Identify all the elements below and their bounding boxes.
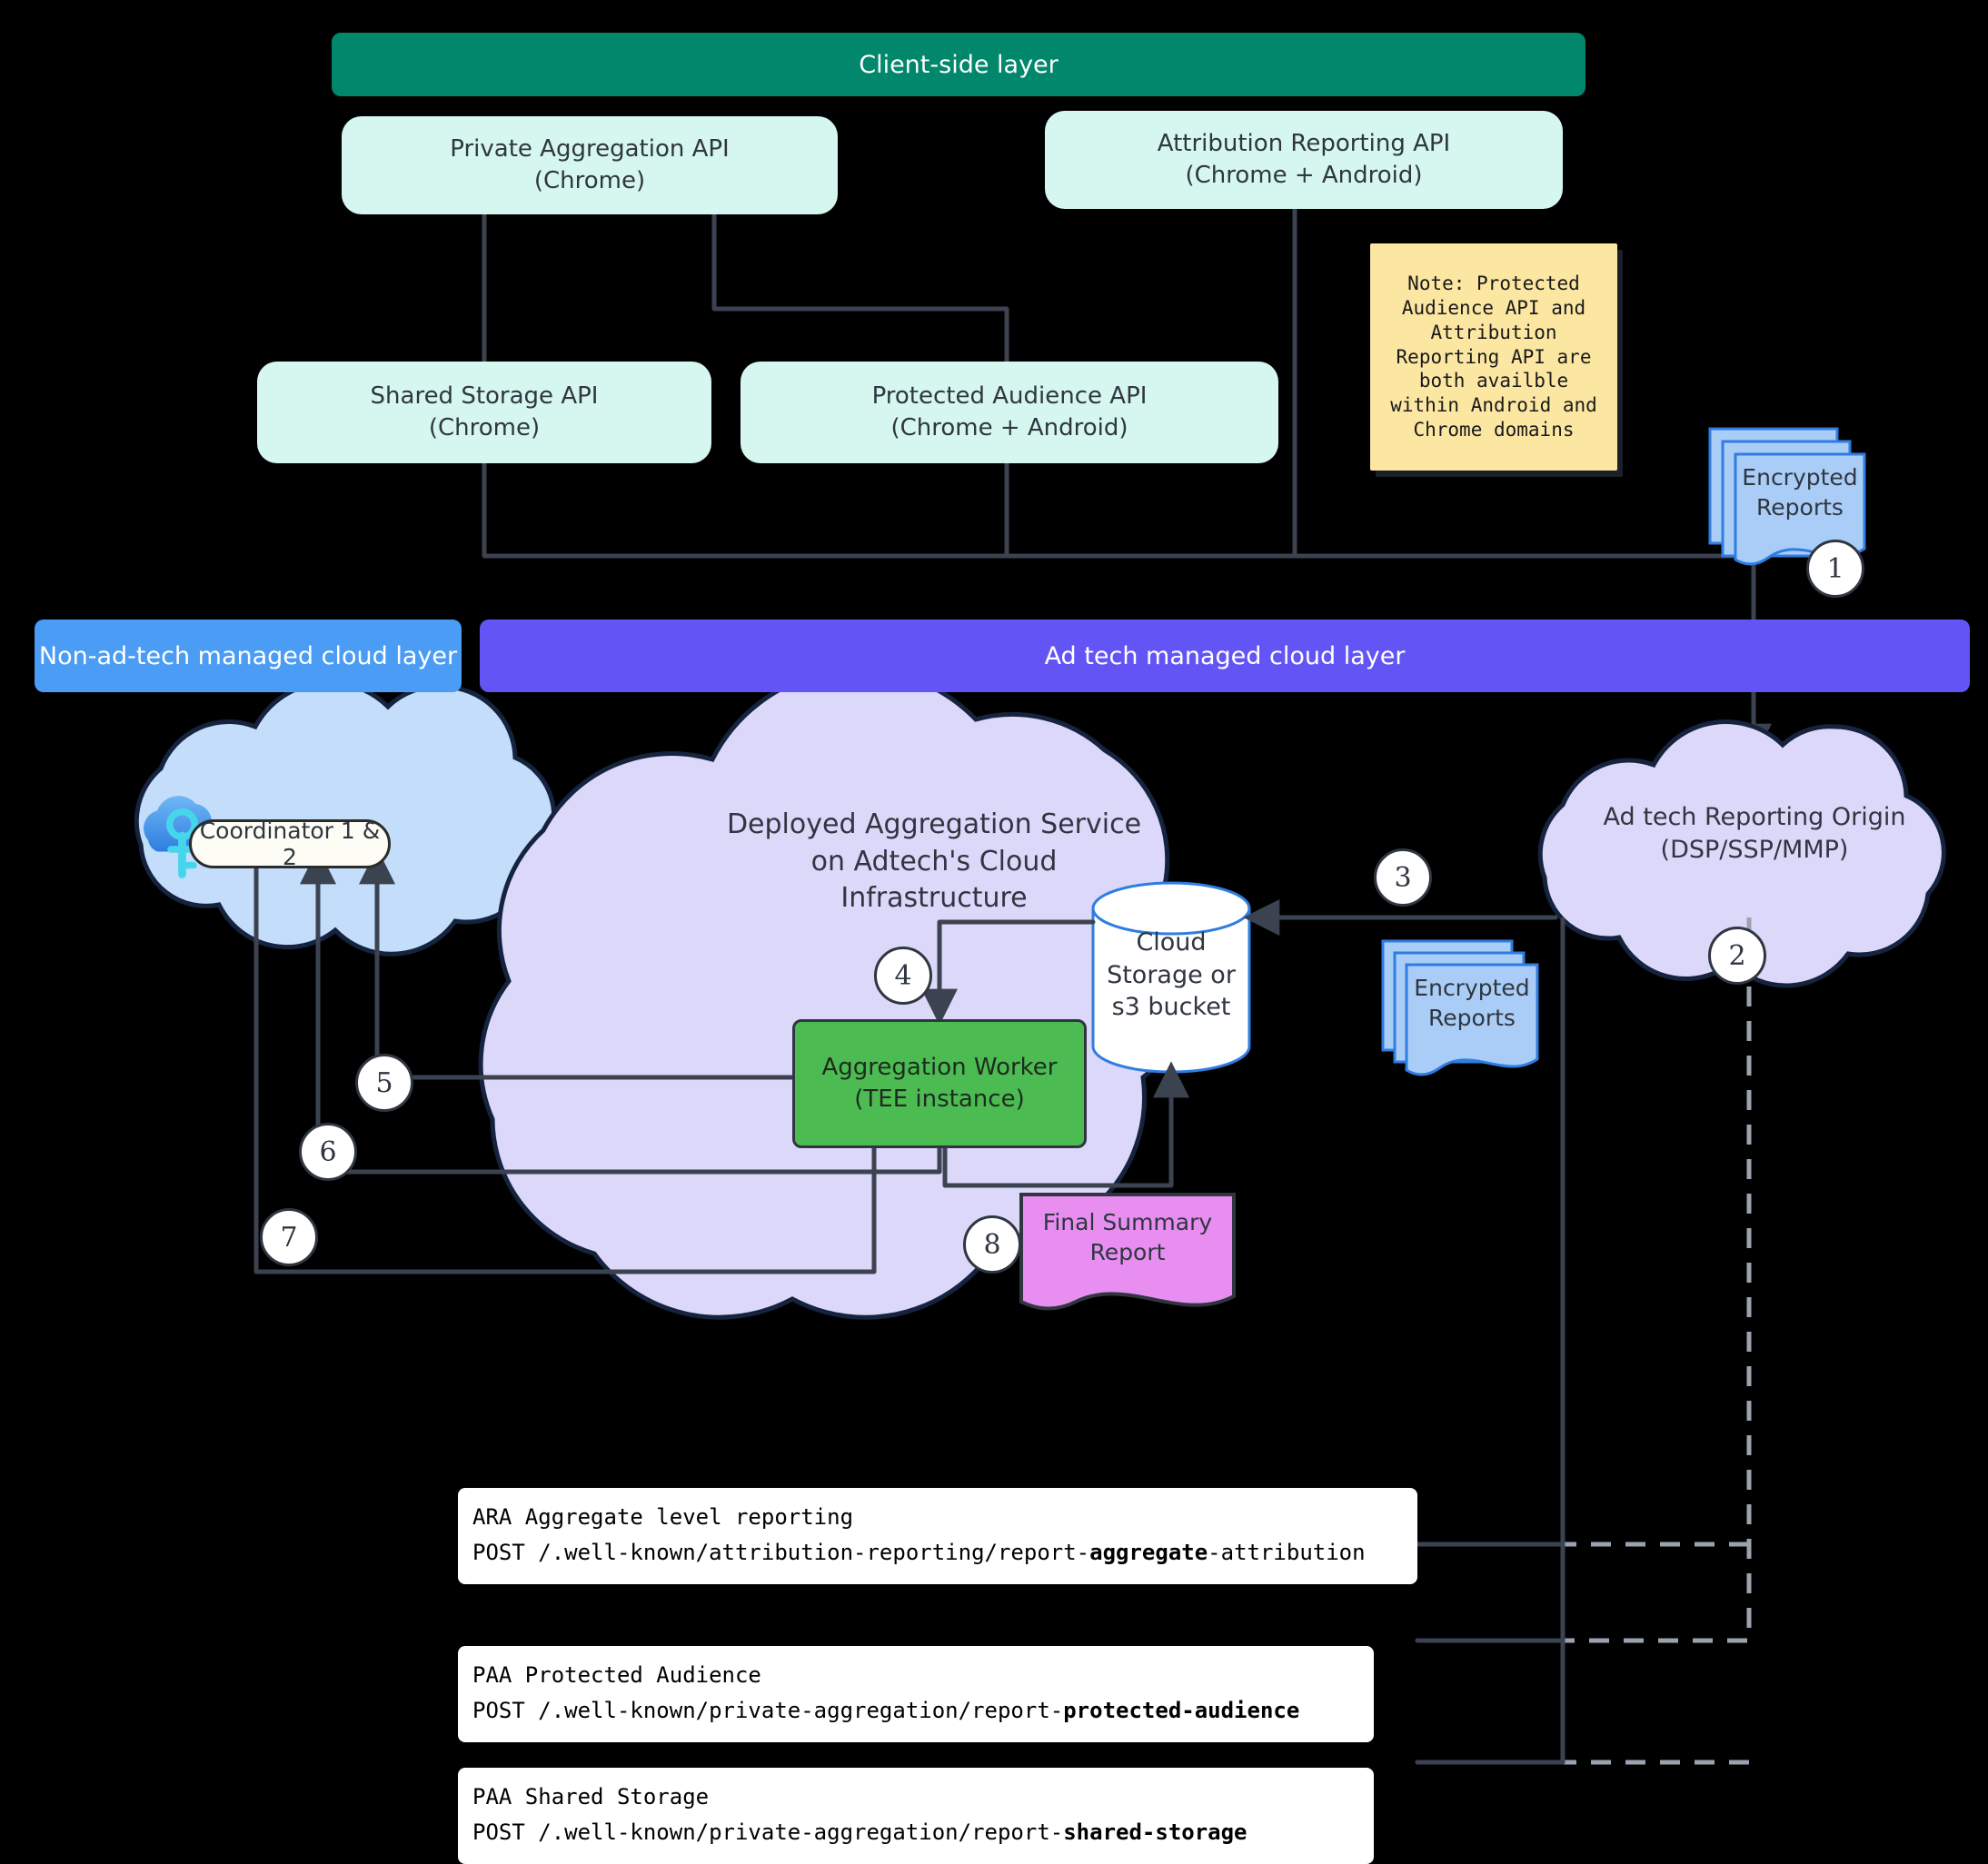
api-name: Shared Storage API — [370, 382, 599, 410]
aggregation-worker-box[interactable]: Aggregation Worker (TEE instance) — [792, 1019, 1087, 1148]
endpoint-box-paa-protected-audience: PAA Protected Audience POST /.well-known… — [458, 1646, 1374, 1742]
title-line2: on Adtech's Cloud — [810, 845, 1058, 877]
encrypted-reports-line1: Encrypted — [1414, 975, 1530, 1001]
endpoint-path-post: -attribution — [1208, 1539, 1366, 1565]
step-number: 7 — [280, 1221, 298, 1254]
endpoint-request: POST /.well-known/private-aggregation/re… — [472, 1693, 1359, 1729]
endpoint-method: POST — [472, 1819, 525, 1845]
step-number: 4 — [894, 959, 912, 992]
ad-tech-layer-label: Ad tech managed cloud layer — [1044, 641, 1406, 670]
title-line1: Deployed Aggregation Service — [726, 808, 1142, 840]
step-badge-8: 8 — [963, 1215, 1021, 1274]
worker-line2: (TEE instance) — [854, 1086, 1025, 1113]
diagram-canvas: Client-side layer Non-ad-tech managed cl… — [0, 0, 1988, 1864]
final-summary-report-label: Final Summary Report — [1027, 1208, 1228, 1267]
api-platform: (Chrome + Android) — [890, 414, 1128, 441]
endpoint-method: POST — [472, 1697, 525, 1723]
storage-line1: Cloud — [1136, 928, 1207, 957]
endpoint-request: POST /.well-known/attribution-reporting/… — [472, 1535, 1403, 1571]
endpoint-request: POST /.well-known/private-aggregation/re… — [472, 1815, 1359, 1850]
step-number: 2 — [1728, 939, 1746, 972]
coordinator-pill[interactable]: Coordinator 1 & 2 — [189, 818, 391, 870]
encrypted-reports-label-2: Encrypted Reports — [1405, 974, 1539, 1033]
cloud-storage-label: Cloud Storage or s3 bucket — [1093, 927, 1249, 1024]
step-number: 8 — [983, 1228, 1001, 1261]
api-box-private-aggregation[interactable]: Private Aggregation API (Chrome) — [342, 116, 838, 214]
api-box-attribution-reporting[interactable]: Attribution Reporting API (Chrome + Andr… — [1045, 111, 1563, 209]
step-badge-5: 5 — [355, 1054, 413, 1112]
encrypted-reports-label-1: Encrypted Reports — [1734, 463, 1866, 522]
api-name: Protected Audience API — [871, 382, 1148, 410]
api-platform: (Chrome) — [533, 167, 646, 194]
coordinator-label: Coordinator 1 & 2 — [199, 818, 381, 870]
storage-line2: Storage or — [1107, 960, 1236, 989]
api-name: Attribution Reporting API — [1157, 129, 1451, 157]
step-badge-1: 1 — [1806, 540, 1864, 598]
non-ad-tech-layer-label: Non-ad-tech managed cloud layer — [38, 641, 458, 670]
endpoint-path-pre: /.well-known/attribution-reporting/repor… — [524, 1539, 1090, 1565]
step-badge-3: 3 — [1374, 848, 1432, 907]
client-side-layer-bar: Client-side layer — [332, 33, 1585, 96]
title-line3: Infrastructure — [840, 882, 1028, 914]
origin-line1: Ad tech Reporting Origin — [1603, 803, 1906, 831]
endpoint-title: PAA Protected Audience — [472, 1662, 761, 1688]
non-ad-tech-layer-bar: Non-ad-tech managed cloud layer — [35, 620, 462, 692]
endpoint-path-pre: /.well-known/private-aggregation/report- — [524, 1819, 1064, 1845]
endpoint-box-ara: ARA Aggregate level reporting POST /.wel… — [458, 1488, 1417, 1584]
step-badge-6: 6 — [299, 1123, 357, 1181]
step-badge-7: 7 — [260, 1208, 318, 1266]
api-platform: (Chrome + Android) — [1185, 162, 1423, 189]
endpoint-path-bold: shared-storage — [1063, 1819, 1247, 1845]
encrypted-reports-line2: Reports — [1756, 493, 1844, 521]
step-number: 3 — [1394, 861, 1412, 894]
encrypted-reports-line2: Reports — [1428, 1004, 1516, 1031]
endpoint-path-bold: protected-audience — [1063, 1697, 1300, 1723]
worker-line1: Aggregation Worker — [821, 1053, 1058, 1081]
endpoint-path-bold: aggregate — [1089, 1539, 1208, 1565]
api-platform: (Chrome) — [428, 414, 541, 441]
endpoint-title: PAA Shared Storage — [472, 1784, 710, 1809]
storage-line3: s3 bucket — [1111, 993, 1231, 1022]
api-box-shared-storage[interactable]: Shared Storage API (Chrome) — [257, 362, 711, 463]
step-number: 6 — [319, 1135, 337, 1168]
step-badge-2: 2 — [1708, 927, 1766, 985]
aggregation-service-title: Deployed Aggregation Service on Adtech's… — [680, 807, 1188, 917]
endpoint-method: POST — [472, 1539, 525, 1565]
endpoint-path-pre: /.well-known/private-aggregation/report- — [524, 1697, 1064, 1723]
endpoint-title: ARA Aggregate level reporting — [472, 1504, 854, 1530]
note-text: Note: Protected Audience API and Attribu… — [1390, 272, 1597, 441]
reporting-origin-label: Ad tech Reporting Origin (DSP/SSP/MMP) — [1545, 801, 1964, 866]
summary-line1: Final Summary — [1042, 1209, 1213, 1235]
api-box-protected-audience[interactable]: Protected Audience API (Chrome + Android… — [741, 362, 1278, 463]
client-side-layer-label: Client-side layer — [859, 50, 1059, 79]
step-number: 5 — [375, 1066, 393, 1099]
summary-line2: Report — [1089, 1238, 1166, 1265]
origin-line2: (DSP/SSP/MMP) — [1660, 835, 1849, 864]
encrypted-reports-line1: Encrypted — [1742, 464, 1858, 491]
api-name: Private Aggregation API — [450, 134, 730, 163]
note-sticky: Note: Protected Audience API and Attribu… — [1370, 243, 1617, 471]
endpoint-box-paa-shared-storage: PAA Shared Storage POST /.well-known/pri… — [458, 1768, 1374, 1864]
step-badge-4: 4 — [874, 947, 932, 1005]
step-number: 1 — [1826, 552, 1844, 585]
ad-tech-layer-bar: Ad tech managed cloud layer — [480, 620, 1970, 692]
